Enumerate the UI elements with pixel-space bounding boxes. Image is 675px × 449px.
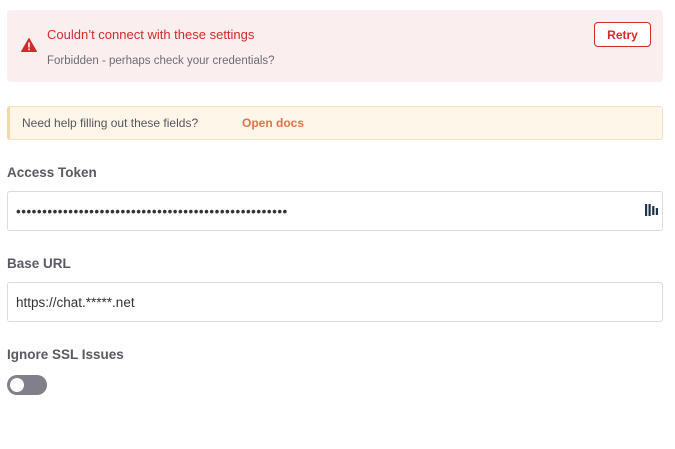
open-docs-link[interactable]: Open docs [242,116,304,130]
access-token-label: Access Token [7,165,97,180]
ignore-ssl-label: Ignore SSL Issues [7,347,124,362]
toggle-knob [10,378,24,392]
retry-button[interactable]: Retry [594,22,651,47]
access-token-input[interactable] [7,191,663,231]
help-notice-text: Need help filling out these fields? [22,116,199,130]
error-title: Couldn’t connect with these settings [47,27,255,42]
base-url-input[interactable] [7,282,663,322]
password-manager-icon[interactable] [645,203,658,217]
base-url-label: Base URL [7,256,71,271]
warning-triangle-icon [21,38,37,52]
help-notice: Need help filling out these fields? Open… [7,106,663,140]
error-banner: Couldn’t connect with these settings For… [7,10,663,82]
error-detail: Forbidden - perhaps check your credentia… [47,55,275,67]
ignore-ssl-toggle[interactable] [7,375,47,395]
